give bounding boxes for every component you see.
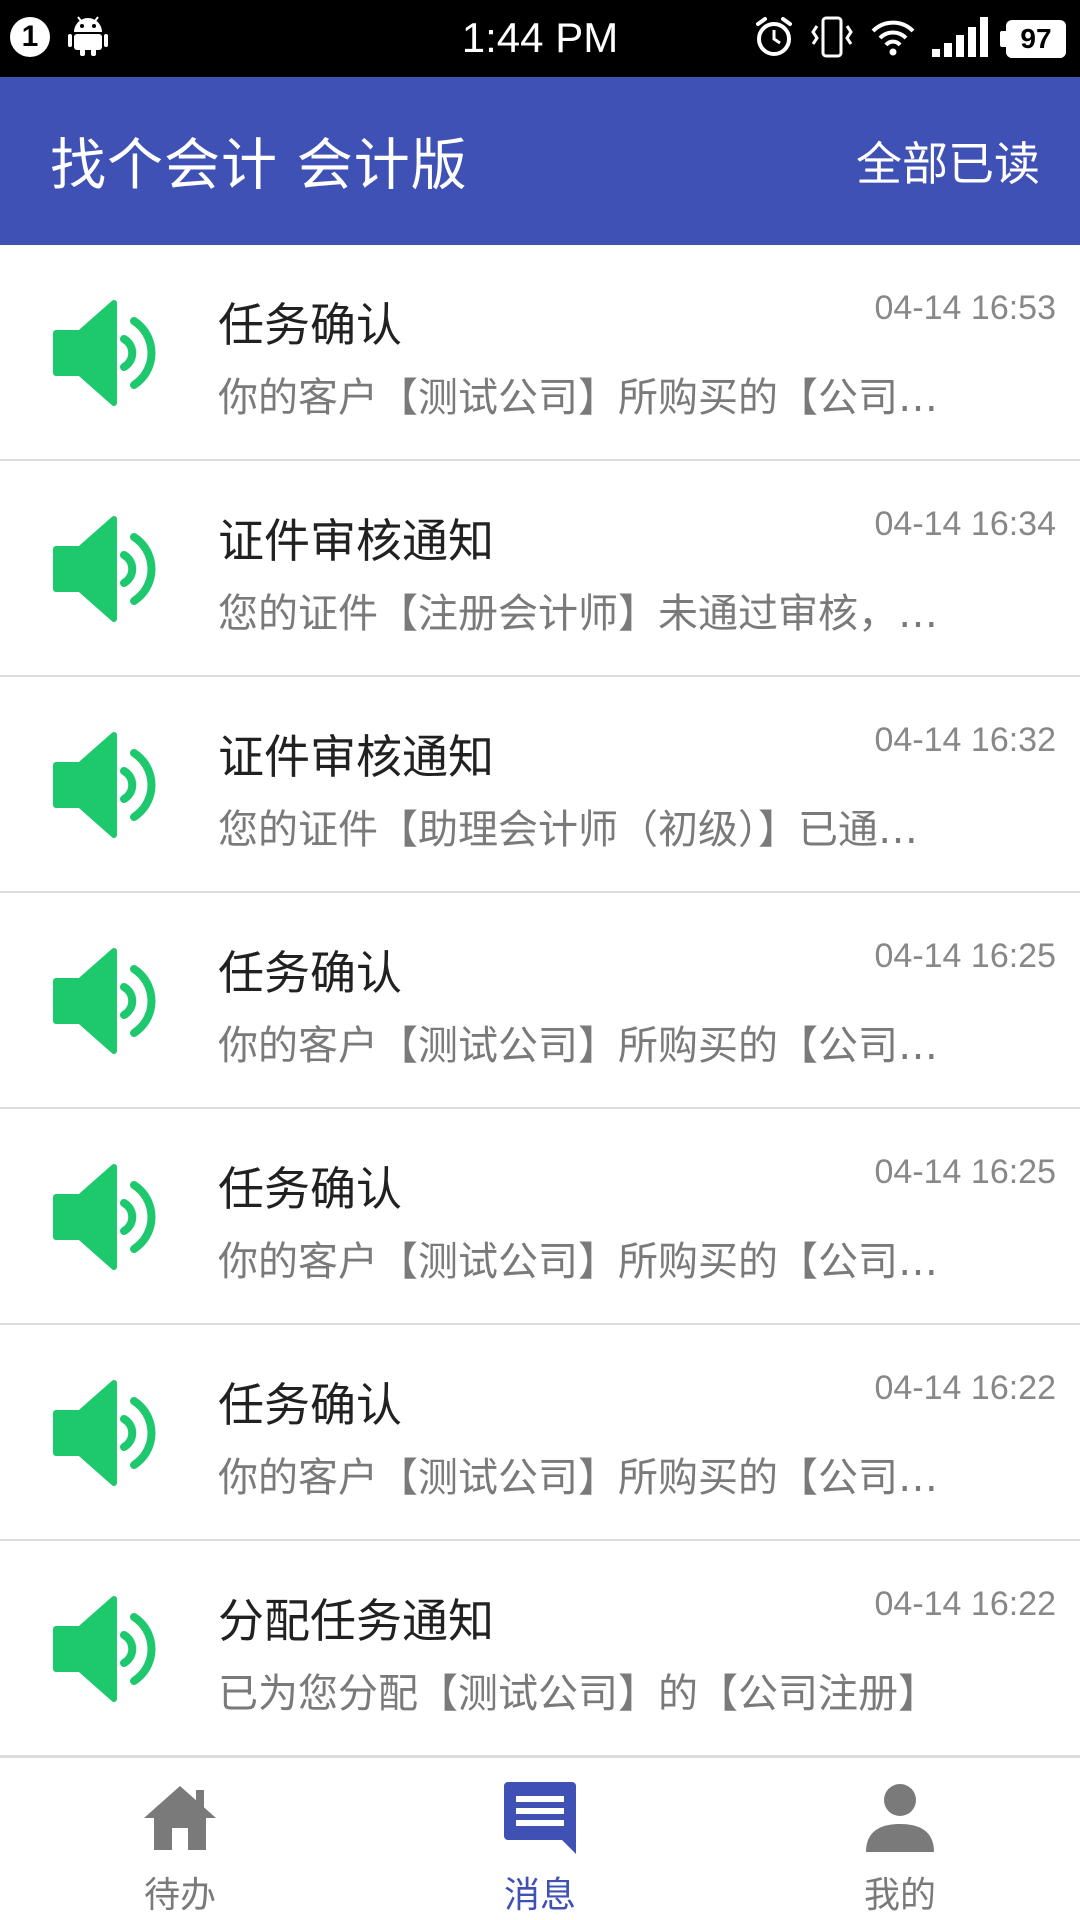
app-title: 找个会计 会计版 xyxy=(50,133,468,199)
nav-label-todo: 待办 xyxy=(143,1875,216,1916)
message-time: 04-14 16:32 xyxy=(874,721,1057,759)
message-summary: 你的客户【测试公司】所购买的【公司… xyxy=(218,1239,938,1285)
nav-label-mine: 我的 xyxy=(863,1875,936,1916)
message-icon xyxy=(504,1782,576,1854)
speaker-icon xyxy=(53,1380,156,1486)
vibrate-icon xyxy=(810,16,854,62)
nav-label-messages: 消息 xyxy=(503,1875,576,1916)
nav-item-mine[interactable]: 我的 xyxy=(720,1758,1080,1920)
message-title: 任务确认 xyxy=(218,946,402,1000)
message-row[interactable]: 证件审核通知 04-14 16:34 您的证件【注册会计师】未通过审核，… xyxy=(0,461,1080,677)
app-bar: 找个会计 会计版 全部已读 xyxy=(0,77,1080,245)
home-icon xyxy=(144,1786,216,1850)
message-summary: 您的证件【助理会计师（初级）】已通… xyxy=(218,807,918,853)
message-time: 04-14 16:22 xyxy=(874,1585,1057,1623)
message-title: 任务确认 xyxy=(218,298,402,352)
message-row[interactable]: 证件审核通知 04-14 16:32 您的证件【助理会计师（初级）】已通… xyxy=(0,677,1080,893)
mark-all-read-button[interactable]: 全部已读 xyxy=(856,128,1040,194)
speaker-icon xyxy=(53,732,156,838)
message-row[interactable]: 任务确认 04-14 16:53 你的客户【测试公司】所购买的【公司… xyxy=(0,245,1080,461)
message-list[interactable]: 任务确认 04-14 16:53 你的客户【测试公司】所购买的【公司… 证件审核… xyxy=(0,245,1080,1756)
message-title: 证件审核通知 xyxy=(218,514,494,568)
person-icon xyxy=(866,1784,934,1852)
status-bar-right: 97 xyxy=(754,16,1066,62)
message-time: 04-14 16:25 xyxy=(874,937,1057,975)
alarm-icon xyxy=(754,16,794,62)
message-summary: 您的证件【注册会计师】未通过审核，… xyxy=(218,591,938,637)
bottom-navigation: 待办 消息 我的 xyxy=(0,1756,1080,1920)
message-row[interactable]: 任务确认 04-14 16:22 你的客户【测试公司】所购买的【公司… xyxy=(0,1325,1080,1541)
wifi-icon xyxy=(870,17,916,61)
message-summary: 你的客户【测试公司】所购买的【公司… xyxy=(218,1023,938,1069)
message-row[interactable]: 分配任务通知 04-14 16:22 已为您分配【测试公司】的【公司注册】 xyxy=(0,1541,1080,1756)
speaker-icon xyxy=(53,516,156,622)
message-summary: 已为您分配【测试公司】的【公司注册】 xyxy=(218,1671,938,1717)
message-title: 任务确认 xyxy=(218,1162,402,1216)
signal-icon xyxy=(932,17,990,61)
status-bar: 1 1:44 PM 97 xyxy=(0,0,1080,77)
speaker-icon xyxy=(53,948,156,1054)
message-time: 04-14 16:25 xyxy=(874,1153,1057,1191)
message-title: 证件审核通知 xyxy=(218,730,494,784)
speaker-icon xyxy=(53,1596,156,1702)
nav-item-todo[interactable]: 待办 xyxy=(0,1758,360,1920)
message-title: 任务确认 xyxy=(218,1378,402,1432)
battery-icon: 97 xyxy=(1000,20,1066,58)
message-row[interactable]: 任务确认 04-14 16:25 你的客户【测试公司】所购买的【公司… xyxy=(0,893,1080,1109)
speaker-icon xyxy=(53,1164,156,1270)
message-time: 04-14 16:22 xyxy=(874,1369,1057,1407)
message-summary: 你的客户【测试公司】所购买的【公司… xyxy=(218,375,938,421)
nav-item-messages[interactable]: 消息 xyxy=(360,1758,720,1920)
message-title: 分配任务通知 xyxy=(218,1594,494,1648)
speaker-icon xyxy=(53,300,156,406)
screen: 1 1:44 PM 97 找个会计 会计版 全部已读 任务确认 04-14 16… xyxy=(0,0,1080,1920)
message-row[interactable]: 任务确认 04-14 16:25 你的客户【测试公司】所购买的【公司… xyxy=(0,1109,1080,1325)
message-time: 04-14 16:34 xyxy=(874,505,1057,543)
message-time: 04-14 16:53 xyxy=(874,289,1057,327)
message-summary: 你的客户【测试公司】所购买的【公司… xyxy=(218,1455,938,1501)
